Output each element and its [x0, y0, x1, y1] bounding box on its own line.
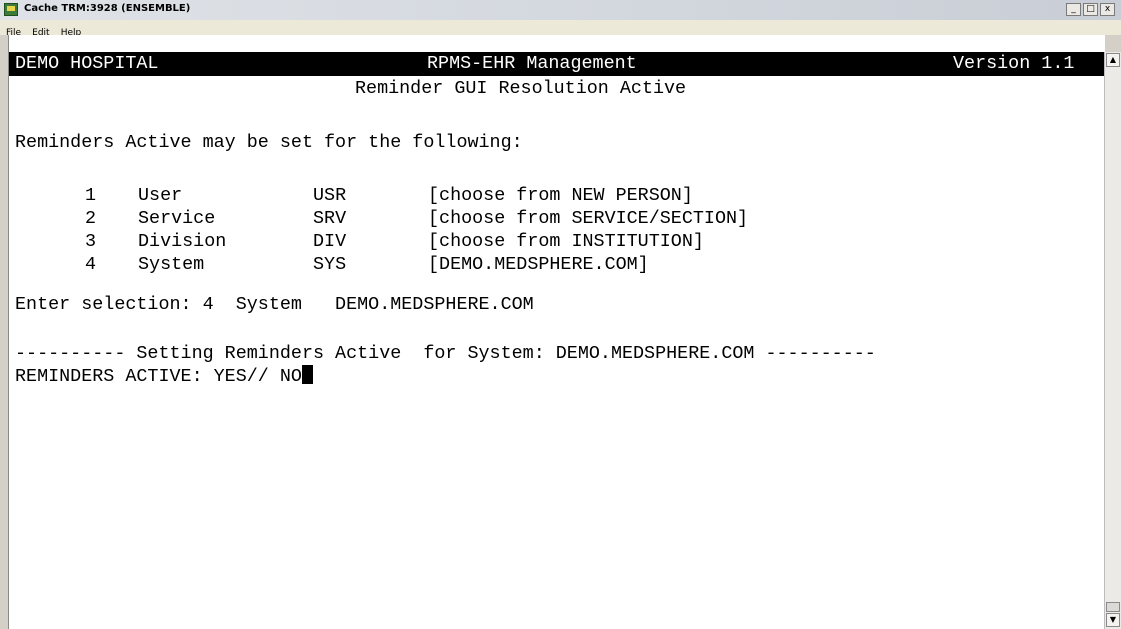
menu-bar: File Edit Help — [0, 20, 1121, 38]
option-desc: [DEMO.MEDSPHERE.COM] — [428, 254, 649, 275]
status-right: Version 1.1 — [953, 53, 1075, 74]
option-desc: [choose from INSTITUTION] — [428, 231, 704, 252]
scroll-up-arrow-icon[interactable]: ▲ — [1106, 53, 1120, 67]
input-line[interactable]: REMINDERS ACTIVE: YES// NO — [15, 365, 313, 388]
status-center: RPMS-EHR Management — [427, 53, 637, 74]
option-desc: [choose from SERVICE/SECTION] — [428, 208, 749, 229]
vertical-scrollbar[interactable]: ▲ ▼ — [1104, 52, 1121, 629]
status-left: DEMO HOSPITAL — [15, 53, 159, 74]
close-button[interactable]: x — [1100, 3, 1115, 16]
header-status-bar: DEMO HOSPITAL RPMS-EHR Management Versio… — [9, 52, 1105, 76]
option-name: System — [138, 254, 205, 275]
option-desc: [choose from NEW PERSON] — [428, 185, 693, 206]
option-code: SRV — [313, 208, 347, 229]
option-number: 1 — [85, 185, 97, 206]
maximize-button[interactable]: □ — [1083, 3, 1098, 16]
screen-heading: Reminder GUI Resolution Active — [355, 78, 687, 99]
input-prompt: REMINDERS ACTIVE: YES// — [15, 366, 280, 387]
option-number: 4 — [85, 254, 97, 275]
selection-line: Enter selection: 4 System DEMO.MEDSPHERE… — [15, 294, 534, 315]
option-name: Service — [138, 208, 216, 229]
text-cursor — [301, 365, 313, 384]
option-code: USR — [313, 185, 347, 206]
option-code: SYS — [313, 254, 347, 275]
title-bar[interactable]: Cache TRM:3928 (ENSEMBLE) _ □ x — [0, 0, 1121, 21]
app-icon — [4, 3, 18, 16]
scroll-thumb[interactable] — [1106, 602, 1120, 612]
option-number: 3 — [85, 231, 97, 252]
input-value[interactable]: NO — [280, 366, 302, 387]
option-name: User — [138, 185, 183, 206]
option-name: Division — [138, 231, 227, 252]
terminal-window: Cache TRM:3928 (ENSEMBLE) _ □ x File Edi… — [0, 0, 1121, 629]
scroll-down-arrow-icon[interactable]: ▼ — [1106, 613, 1120, 627]
window-controls: _ □ x — [1066, 3, 1115, 16]
intro-line: Reminders Active may be set for the foll… — [15, 132, 523, 153]
window-title: Cache TRM:3928 (ENSEMBLE) — [24, 3, 191, 14]
terminal-screen[interactable]: DEMO HOSPITAL RPMS-EHR Management Versio… — [8, 35, 1105, 629]
option-code: DIV — [313, 231, 347, 252]
setting-banner: ---------- Setting Reminders Active for … — [15, 343, 876, 364]
option-number: 2 — [85, 208, 97, 229]
minimize-button[interactable]: _ — [1066, 3, 1081, 16]
